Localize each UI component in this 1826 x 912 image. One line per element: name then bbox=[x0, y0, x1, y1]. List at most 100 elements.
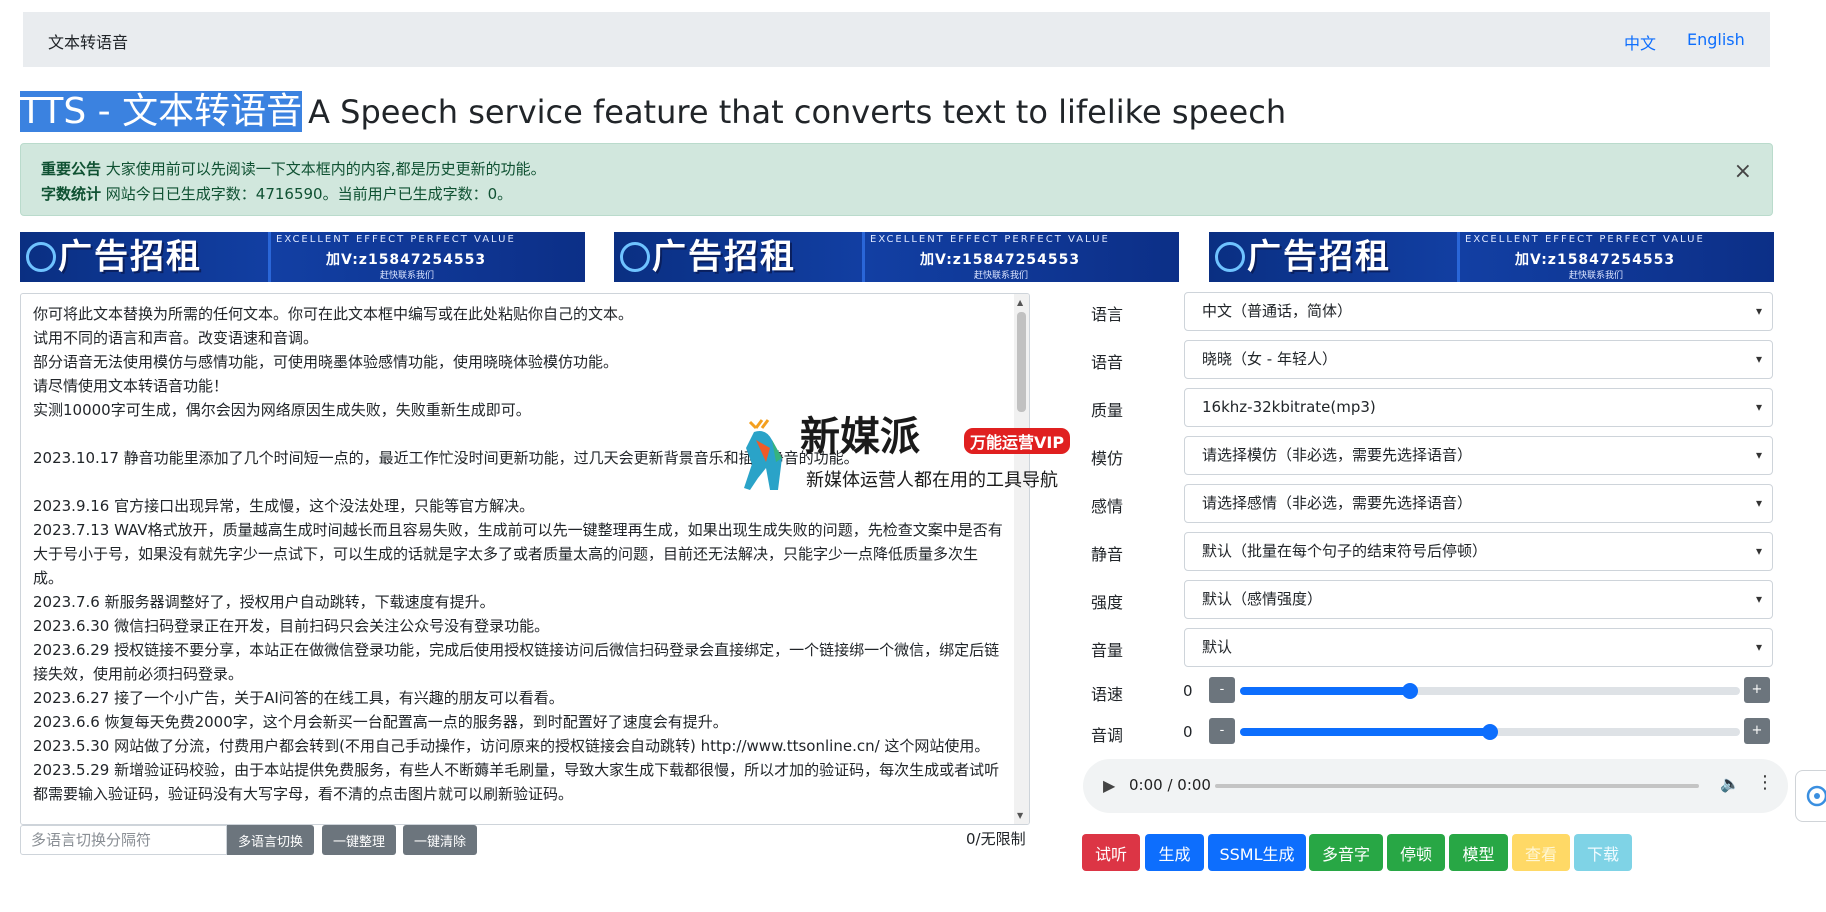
emotion-select[interactable]: 请选择感情（非必选，需要先选择语音） ▾ bbox=[1184, 484, 1773, 523]
more-options-icon[interactable]: ⋮ bbox=[1756, 772, 1774, 793]
lang-en-link[interactable]: English bbox=[1687, 30, 1745, 49]
pitch-slider[interactable] bbox=[1240, 724, 1740, 740]
strength-select[interactable]: 默认（感情强度） ▾ bbox=[1184, 580, 1773, 619]
textarea-scrollbar[interactable]: ▲ ▼ bbox=[1014, 294, 1029, 824]
announcement-alert: 重要公告 大家使用前可以先阅读一下文本框内的内容,都是历史更新的功能。 字数统计… bbox=[20, 143, 1773, 216]
ad-banner-2[interactable]: 广告招租 EXCELLENT EFFECT PERFECT VALUE 加V:z… bbox=[614, 232, 1179, 282]
ssml-generate-button[interactable]: SSML生成 bbox=[1208, 834, 1306, 871]
strength-select-value: 默认（感情强度） bbox=[1202, 590, 1323, 608]
voice-label: 语音 bbox=[1091, 353, 1124, 372]
rate-slider-thumb[interactable] bbox=[1402, 683, 1418, 699]
pitch-slider-fill bbox=[1240, 728, 1490, 736]
deer-logo-icon bbox=[744, 419, 782, 490]
pitch-increase-button[interactable]: + bbox=[1744, 718, 1770, 744]
listen-button[interactable]: 试听 bbox=[1082, 834, 1140, 871]
pitch-value: 0 bbox=[1183, 723, 1193, 741]
clock-icon bbox=[620, 242, 650, 272]
polyphone-button[interactable]: 多音字 bbox=[1309, 834, 1383, 871]
download-button[interactable]: 下载 bbox=[1574, 834, 1632, 871]
volume-select[interactable]: 默认 ▾ bbox=[1184, 628, 1773, 667]
view-button[interactable]: 查看 bbox=[1512, 834, 1570, 871]
scroll-down-icon[interactable]: ▼ bbox=[1017, 811, 1023, 820]
imitate-select-value: 请选择模仿（非必选，需要先选择语音） bbox=[1202, 446, 1473, 464]
ad-divider bbox=[862, 232, 865, 282]
scrollbar-thumb[interactable] bbox=[1017, 312, 1026, 412]
organize-button[interactable]: 一键整理 bbox=[322, 825, 396, 855]
silence-select[interactable]: 默认（批量在每个句子的结束符号后停顿） ▾ bbox=[1184, 532, 1773, 571]
audio-player[interactable]: ▶ 0:00 / 0:00 🔈 ⋮ bbox=[1083, 759, 1788, 813]
clock-icon bbox=[26, 242, 56, 272]
announcement-text: 大家使用前可以先阅读一下文本框内的内容,都是历史更新的功能。 bbox=[105, 160, 546, 178]
ad-phone: 加V:z15847254553 bbox=[1515, 252, 1676, 268]
alert-close-button[interactable]: × bbox=[1734, 160, 1752, 184]
pause-button[interactable]: 停顿 bbox=[1387, 834, 1445, 871]
watermark-logo: 新媒派 万能运营VIP 新媒体运营人都在用的工具导航 bbox=[736, 412, 1096, 502]
ad-banner-1[interactable]: 广告招租 EXCELLENT EFFECT PERFECT VALUE 加V:z… bbox=[20, 232, 585, 282]
multilang-separator-input[interactable] bbox=[20, 825, 227, 855]
ad-phone: 加V:z15847254553 bbox=[326, 252, 487, 268]
rate-slider-fill bbox=[1240, 687, 1410, 695]
chevron-down-icon: ▾ bbox=[1755, 304, 1762, 318]
silence-label: 静音 bbox=[1091, 545, 1124, 564]
lang-zh-link[interactable]: 中文 bbox=[1624, 30, 1656, 54]
ad-small-text: 赶快联系我们 bbox=[380, 271, 435, 281]
imitate-select[interactable]: 请选择模仿（非必选，需要先选择语音） ▾ bbox=[1184, 436, 1773, 475]
ad-divider bbox=[268, 232, 271, 282]
announcement-label: 重要公告 bbox=[41, 160, 102, 178]
text-input-area[interactable]: 你可将此文本替换为所需的任何文本。你可在此文本框中编写或在此处粘贴你自己的文本。… bbox=[20, 293, 1030, 825]
scroll-up-icon[interactable]: ▲ bbox=[1017, 298, 1023, 307]
pitch-decrease-button[interactable]: - bbox=[1209, 718, 1235, 744]
rate-decrease-button[interactable]: - bbox=[1209, 677, 1235, 703]
ad-title: 广告招租 bbox=[58, 237, 202, 277]
chevron-down-icon: ▾ bbox=[1755, 352, 1762, 366]
stats-label: 字数统计 bbox=[41, 185, 102, 203]
chat-icon[interactable] bbox=[1806, 785, 1826, 807]
watermark-badge: 万能运营VIP bbox=[964, 428, 1071, 454]
emotion-select-value: 请选择感情（非必选，需要先选择语音） bbox=[1202, 494, 1473, 512]
audio-time: 0:00 / 0:00 bbox=[1129, 776, 1211, 794]
language-label: 语言 bbox=[1091, 305, 1124, 324]
rate-slider[interactable] bbox=[1240, 683, 1740, 699]
chevron-down-icon: ▾ bbox=[1755, 496, 1762, 510]
generate-button[interactable]: 生成 bbox=[1145, 834, 1204, 871]
stats-line: 字数统计 网站今日已生成字数：4716590。当前用户已生成字数：0。 bbox=[41, 183, 512, 204]
ad-tagline: EXCELLENT EFFECT PERFECT VALUE bbox=[276, 234, 516, 245]
clear-button[interactable]: 一键清除 bbox=[403, 825, 477, 855]
text-input-content[interactable]: 你可将此文本替换为所需的任何文本。你可在此文本框中编写或在此处粘贴你自己的文本。… bbox=[33, 302, 1005, 806]
audio-progress-bar[interactable] bbox=[1215, 784, 1699, 788]
chevron-down-icon: ▾ bbox=[1755, 448, 1762, 462]
page-title-main: TTS - 文本转语音 bbox=[20, 91, 303, 132]
chevron-down-icon: ▾ bbox=[1755, 400, 1762, 414]
rate-value: 0 bbox=[1183, 682, 1193, 700]
chevron-down-icon: ▾ bbox=[1755, 640, 1762, 654]
page-title: TTS - 文本转语音 A Speech service feature that… bbox=[20, 88, 1286, 136]
ad-title: 广告招租 bbox=[652, 237, 796, 277]
pitch-slider-thumb[interactable] bbox=[1482, 724, 1498, 740]
rate-increase-button[interactable]: + bbox=[1744, 677, 1770, 703]
multilang-switch-button[interactable]: 多语言切换 bbox=[227, 825, 314, 855]
volume-label: 音量 bbox=[1091, 641, 1124, 660]
language-select[interactable]: 中文（普通话，简体） ▾ bbox=[1184, 292, 1773, 331]
volume-icon[interactable]: 🔈 bbox=[1720, 774, 1740, 793]
side-float-widget[interactable] bbox=[1795, 770, 1826, 822]
char-count: 0/无限制 bbox=[966, 830, 1026, 848]
silence-select-value: 默认（批量在每个句子的结束符号后停顿） bbox=[1202, 542, 1488, 560]
voice-select[interactable]: 晓晓（女 - 年轻人） ▾ bbox=[1184, 340, 1773, 379]
ad-banner-3[interactable]: 广告招租 EXCELLENT EFFECT PERFECT VALUE 加V:z… bbox=[1209, 232, 1774, 282]
quality-select[interactable]: 16khz-32kbitrate(mp3) ▾ bbox=[1184, 388, 1773, 427]
pitch-label: 音调 bbox=[1091, 726, 1124, 745]
navbar-brand[interactable]: 文本转语音 bbox=[48, 29, 128, 53]
chevron-down-icon: ▾ bbox=[1755, 592, 1762, 606]
rate-label: 语速 bbox=[1091, 685, 1124, 704]
announcement-line: 重要公告 大家使用前可以先阅读一下文本框内的内容,都是历史更新的功能。 bbox=[41, 158, 546, 179]
ad-small-text: 赶快联系我们 bbox=[1569, 271, 1624, 281]
model-button[interactable]: 模型 bbox=[1449, 834, 1508, 871]
stats-text: 网站今日已生成字数：4716590。当前用户已生成字数：0。 bbox=[105, 185, 513, 203]
voice-select-value: 晓晓（女 - 年轻人） bbox=[1202, 350, 1337, 368]
watermark-subtitle: 新媒体运营人都在用的工具导航 bbox=[806, 470, 1058, 491]
play-icon[interactable]: ▶ bbox=[1103, 776, 1115, 795]
clock-icon bbox=[1215, 242, 1245, 272]
ad-divider bbox=[1457, 232, 1460, 282]
language-select-value: 中文（普通话，简体） bbox=[1202, 302, 1353, 320]
page-title-subtitle: A Speech service feature that converts t… bbox=[308, 93, 1287, 131]
